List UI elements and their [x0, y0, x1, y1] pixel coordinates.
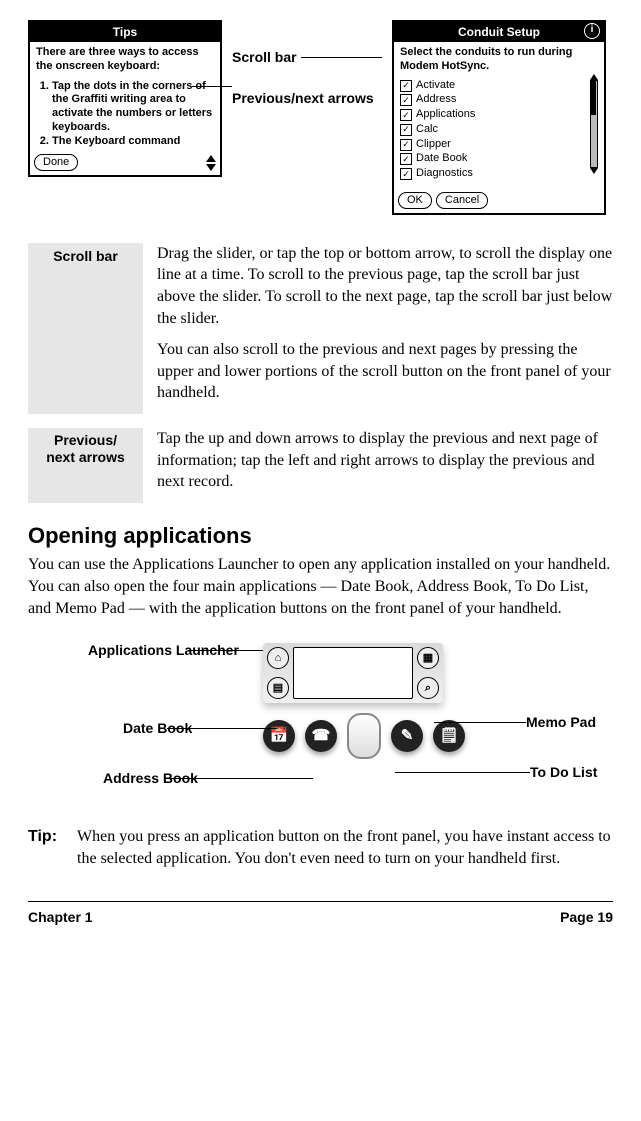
tips-intro: There are three ways to access the onscr…: [36, 46, 214, 74]
conduit-item: Date Book: [416, 152, 467, 166]
conduit-window: Conduit Setup i Select the conduits to r…: [392, 20, 606, 215]
arrow-up-icon: [206, 155, 216, 162]
conduit-item: Applications: [416, 108, 475, 122]
conduit-item: Address: [416, 93, 456, 107]
callout-date-book: Date Book: [123, 721, 167, 736]
tips-item-2: The Keyboard command: [52, 135, 214, 149]
tip-block: Tip: When you press an application butto…: [28, 826, 613, 869]
address-book-button[interactable]: ☎: [305, 720, 337, 752]
tips-window: Tips There are three ways to access the …: [28, 20, 222, 177]
footer-page: Page 19: [560, 908, 613, 927]
scroll-bar-label: Scroll bar: [232, 48, 297, 67]
cancel-button[interactable]: Cancel: [436, 192, 488, 209]
conduit-item: Calc: [416, 123, 438, 137]
page-footer: Chapter 1 Page 19: [28, 901, 613, 927]
conduit-item: Clipper: [416, 138, 451, 152]
prev-next-desc: Tap the up and down arrows to display th…: [157, 428, 613, 493]
info-icon[interactable]: i: [584, 23, 600, 39]
scroll-rocker[interactable]: [347, 713, 381, 759]
checkbox-icon[interactable]: ✓: [400, 94, 412, 106]
arrow-down-icon: [206, 164, 216, 171]
term-scroll-bar: Scroll bar: [28, 243, 143, 414]
tip-label: Tip:: [28, 826, 57, 869]
scroll-bar[interactable]: [590, 74, 598, 186]
graffiti-area: ⌂ ▤ ▦ ⌕: [263, 643, 443, 703]
heading-opening-apps: Opening applications: [28, 521, 613, 551]
home-icon[interactable]: ⌂: [267, 647, 289, 669]
tips-item-1: Tap the dots in the corners of the Graff…: [52, 80, 214, 135]
writing-area[interactable]: [293, 647, 413, 699]
checkbox-icon[interactable]: ✓: [400, 168, 412, 180]
checkbox-icon[interactable]: ✓: [400, 109, 412, 121]
done-button[interactable]: Done: [34, 154, 78, 171]
find-icon[interactable]: ⌕: [417, 677, 439, 699]
prev-next-label: Previous/next arrows: [232, 89, 342, 108]
tips-title: Tips: [30, 22, 220, 42]
definitions-table: Scroll bar Drag the slider, or tap the t…: [28, 243, 613, 503]
figure-scroll-screens: Tips There are three ways to access the …: [28, 20, 613, 215]
leader-line: [301, 57, 382, 58]
callout-apps-launcher: Applications Launcher: [88, 643, 188, 658]
callout-todo-list: To Do List: [530, 765, 578, 780]
conduit-intro: Select the conduits to run during Modem …: [400, 46, 598, 74]
checkbox-icon[interactable]: ✓: [400, 80, 412, 92]
conduit-title-text: Conduit Setup: [458, 25, 540, 39]
footer-chapter: Chapter 1: [28, 908, 93, 927]
opening-apps-intro: You can use the Applications Launcher to…: [28, 554, 613, 619]
checkbox-icon[interactable]: ✓: [400, 139, 412, 151]
term-prev-next-l1: Previous/: [54, 432, 117, 448]
calc-icon[interactable]: ▦: [417, 647, 439, 669]
tip-body: When you press an application button on …: [77, 826, 613, 869]
conduit-item: Diagnostics: [416, 167, 473, 181]
menu-icon[interactable]: ▤: [267, 677, 289, 699]
scroll-bar-desc-1: Drag the slider, or tap the top or botto…: [157, 243, 613, 329]
callout-address-book: Address Book: [103, 771, 169, 786]
checkbox-icon[interactable]: ✓: [400, 124, 412, 136]
todo-list-button[interactable]: ✎: [391, 720, 423, 752]
scroll-bar-desc-2: You can also scroll to the previous and …: [157, 339, 613, 404]
checkbox-icon[interactable]: ✓: [400, 153, 412, 165]
ok-button[interactable]: OK: [398, 192, 432, 209]
conduit-item: Activate: [416, 79, 455, 93]
conduit-title: Conduit Setup i: [394, 22, 604, 42]
prev-next-arrows[interactable]: [206, 155, 216, 171]
scrollbar-arrow-down-icon: [590, 168, 598, 174]
device-diagram: ⌂ ▤ ▦ ⌕ 📅 ☎ ✎ 🗒 Applications Launcher Da…: [28, 633, 613, 808]
term-prev-next-l2: next arrows: [46, 449, 125, 465]
callout-memo-pad: Memo Pad: [526, 715, 578, 730]
term-prev-next: Previous/ next arrows: [28, 428, 143, 503]
